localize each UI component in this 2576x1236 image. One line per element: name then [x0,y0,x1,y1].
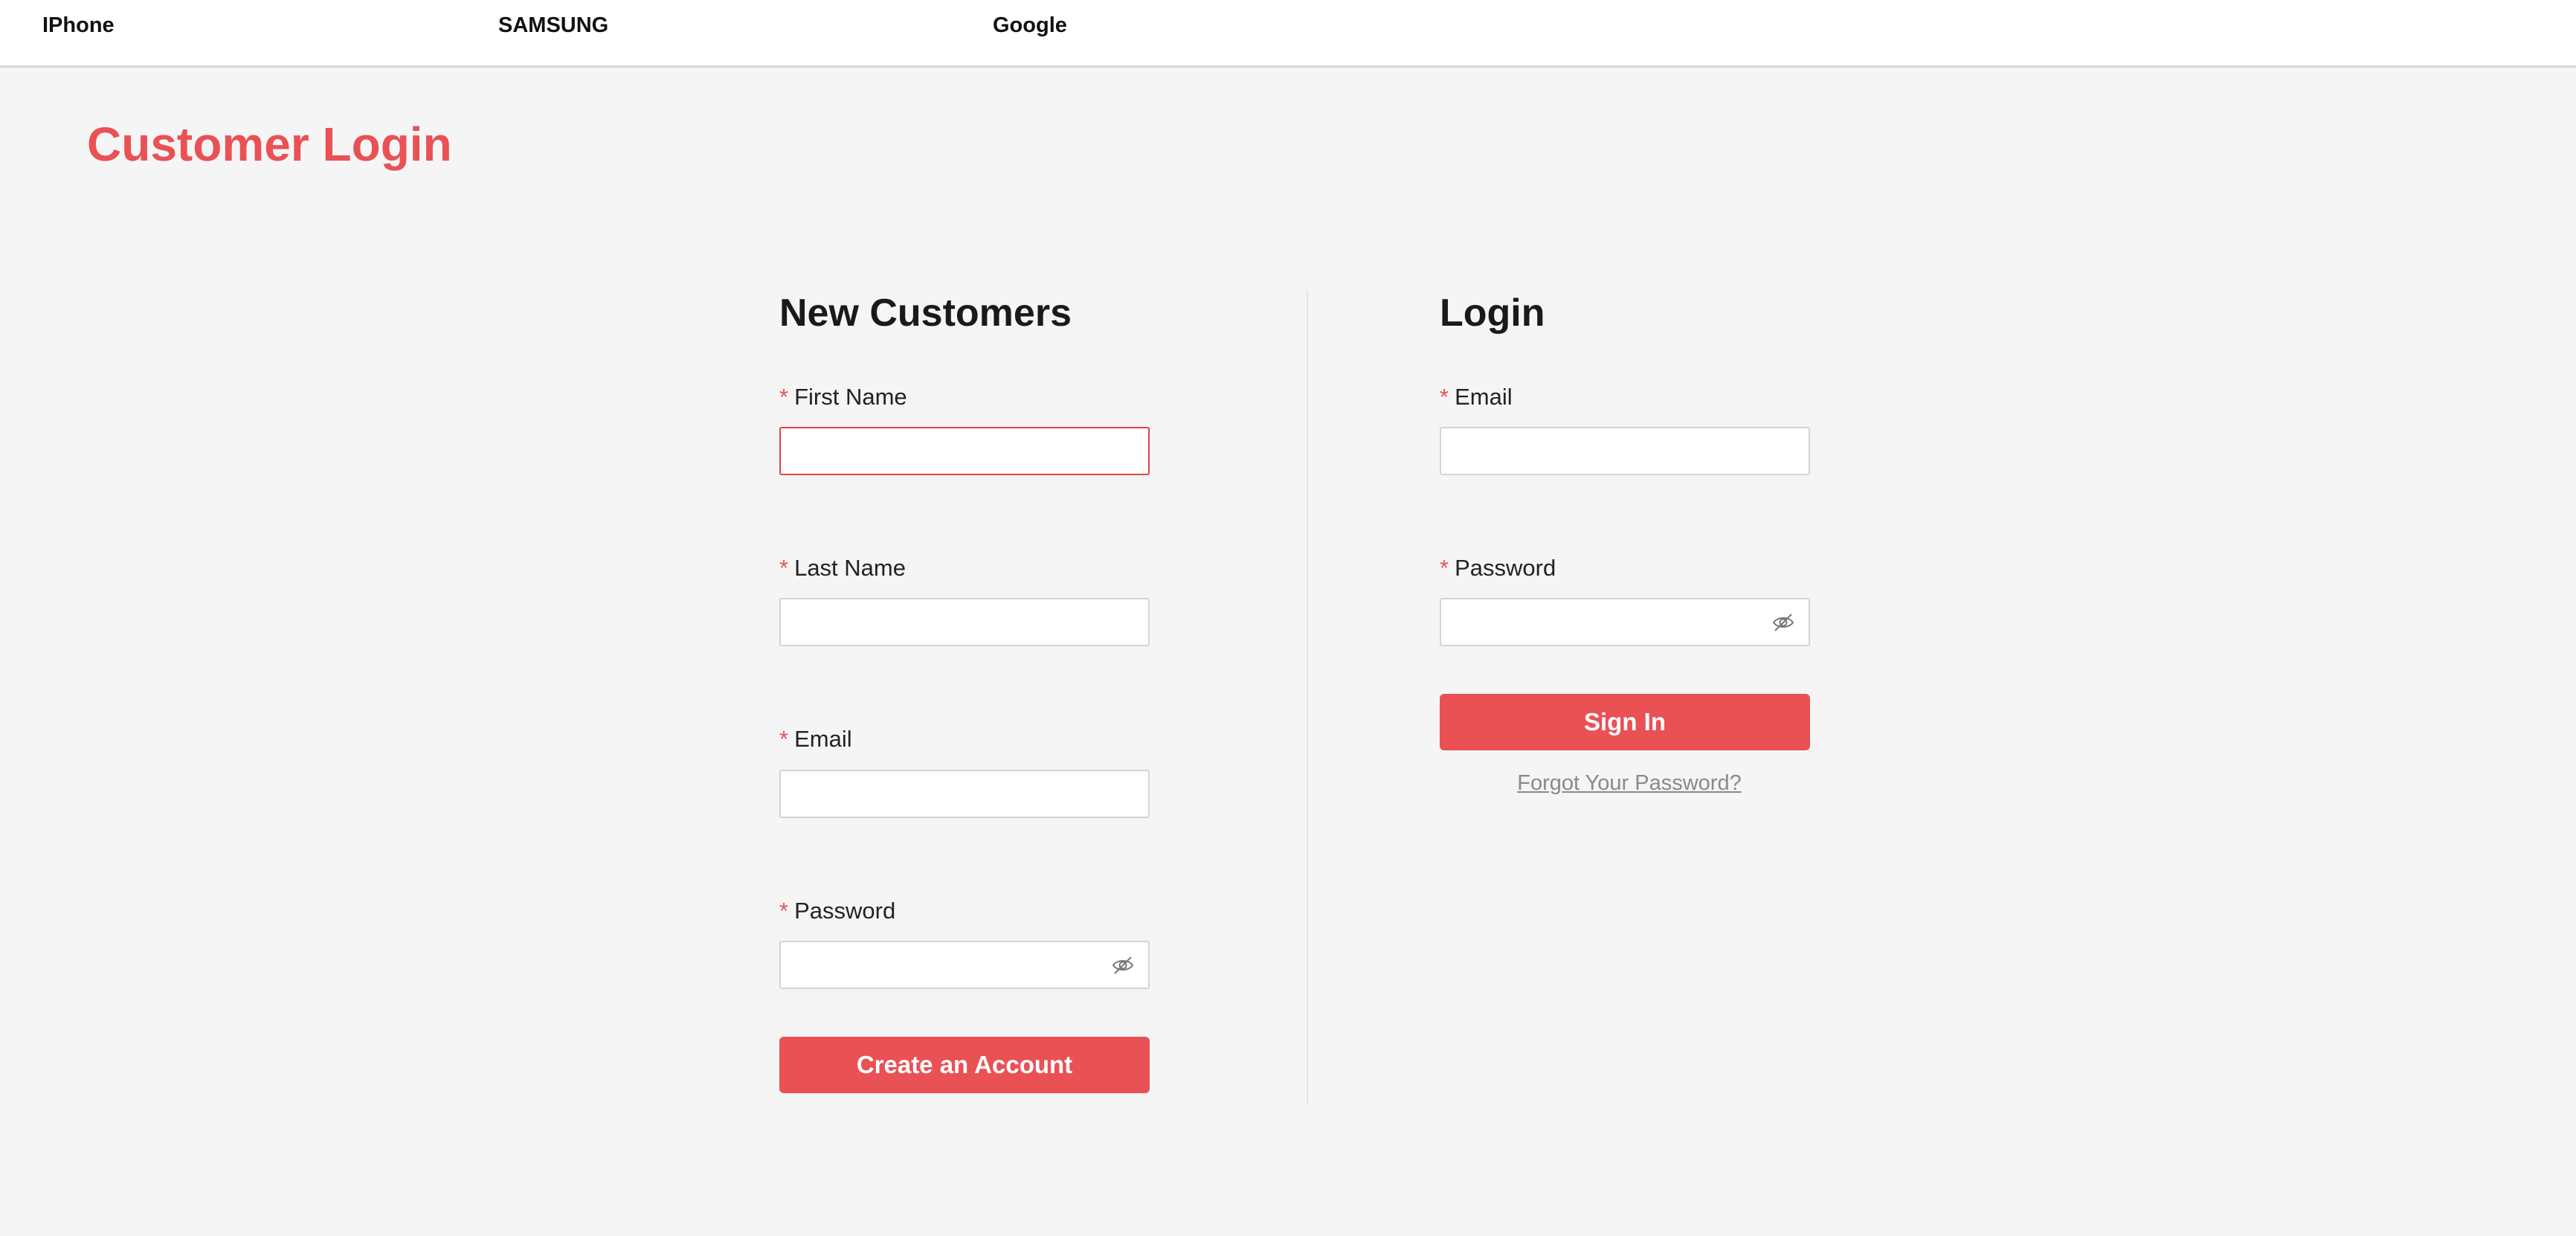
first-name-input[interactable] [779,427,1150,476]
register-password-field-group: * Password [779,897,1150,989]
forgot-password-link[interactable]: Forgot Your Password? [1440,771,1810,796]
sign-in-button[interactable]: Sign In [1440,694,1810,751]
register-email-label-text: Email [794,726,852,753]
login-password-label-text: Password [1455,555,1556,582]
login-email-field-group: * Email [1440,383,1810,476]
nav-link-iphone[interactable]: IPhone [42,13,115,38]
login-password-field-group: * Password [1440,554,1810,647]
register-password-label: * Password [779,897,1150,924]
first-name-label: * First Name [779,383,1150,411]
login-password-input[interactable] [1440,598,1810,647]
last-name-input[interactable] [779,598,1150,647]
login-email-label: * Email [1440,383,1810,411]
eye-off-icon[interactable] [1771,612,1795,633]
register-password-input[interactable] [779,940,1150,989]
required-marker: * [779,897,789,924]
login-email-label-text: Email [1455,384,1513,410]
nav-link-samsung[interactable]: SAMSUNG [498,13,608,38]
page-title: Customer Login [87,118,452,171]
column-divider [1307,290,1308,1104]
register-password-label-text: Password [794,897,896,924]
required-marker: * [779,555,789,582]
register-email-input[interactable] [779,769,1150,818]
nav-link-google[interactable]: Google [993,13,1067,38]
create-account-button[interactable]: Create an Account [779,1036,1150,1093]
login-password-label: * Password [1440,554,1810,582]
top-nav: IPhone SAMSUNG Google [0,0,2576,68]
login-heading: Login [1440,292,1545,335]
last-name-field-group: * Last Name [779,554,1150,647]
register-email-field-group: * Email [779,725,1150,818]
required-marker: * [1440,555,1449,582]
login-email-input[interactable] [1440,427,1810,476]
required-marker: * [779,726,789,753]
login-section: Login * Email * Password Sign In Forgot Yo… [1440,290,1810,796]
last-name-label: * Last Name [779,554,1150,582]
register-email-label: * Email [779,725,1150,753]
new-customers-section: New Customers * First Name * Last Name * Em… [779,290,1150,1093]
eye-off-icon[interactable] [1111,955,1135,976]
required-marker: * [779,384,789,410]
required-marker: * [1440,384,1449,410]
new-customers-heading: New Customers [779,292,1072,335]
first-name-field-group: * First Name [779,383,1150,476]
first-name-label-text: First Name [794,384,907,410]
last-name-label-text: Last Name [794,555,906,582]
